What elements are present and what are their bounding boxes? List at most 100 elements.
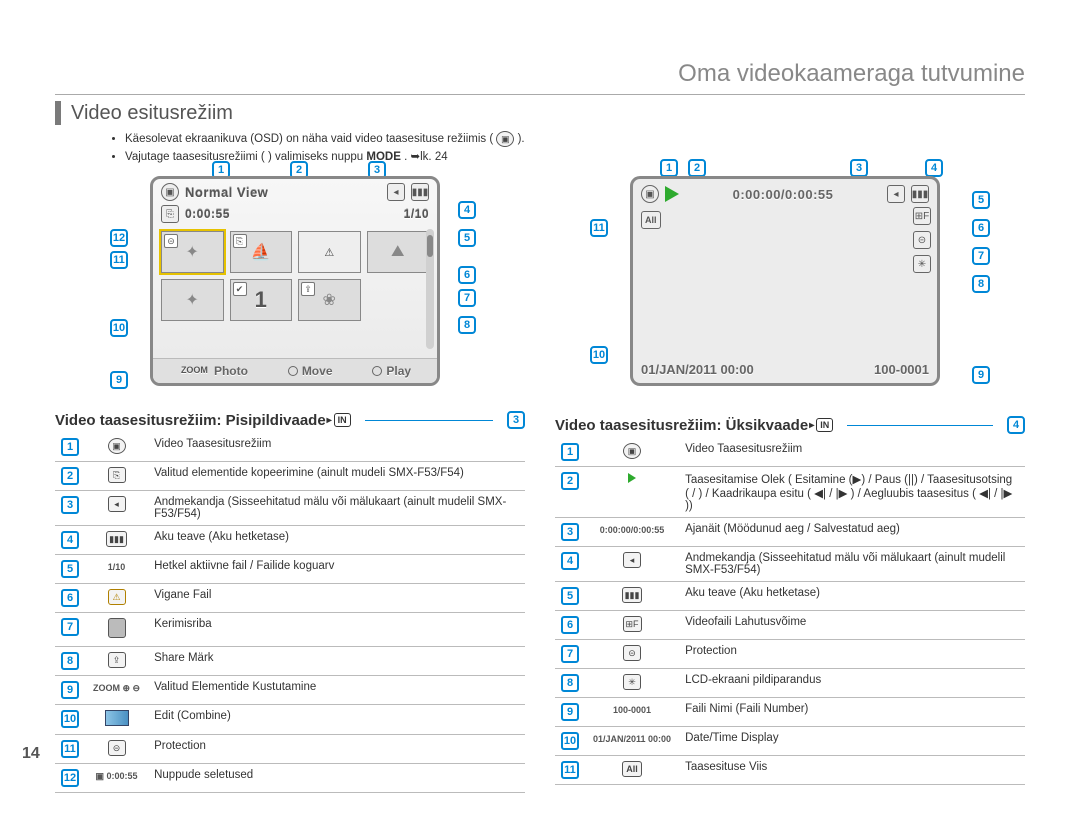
datetime-label: 01/JAN/2011 00:00 <box>641 362 754 377</box>
share-icon: ⇪ <box>108 652 126 668</box>
legend-icon-cell <box>85 613 148 647</box>
legend-icon-cell: ✳ <box>585 669 679 698</box>
callout-12: 12 <box>110 229 128 247</box>
legend-row: 10Edit (Combine) <box>55 705 525 735</box>
legend-text: Hetkel aktiivne fail / Failide koguarv <box>148 555 525 584</box>
legend-icon-cell: All <box>585 756 679 785</box>
scrollbar-thumb[interactable] <box>427 235 433 257</box>
thumbnail-grid: ⊝✦ ⎘⛵ ⚠ ⛰ ✦ ✔1 ⇪❀ <box>153 227 437 325</box>
legend-icon-cell: 0:00:00/0:00:55 <box>585 518 679 547</box>
legend-num: 4 <box>561 552 579 570</box>
repeat-all-icon: All <box>622 761 642 777</box>
thumb-3-error[interactable]: ⚠ <box>298 231 361 273</box>
storage-icon: ◂ <box>108 496 126 512</box>
thumb-6[interactable]: ✔1 <box>230 279 293 321</box>
legend-num: 10 <box>61 710 79 728</box>
zoom-hint: ZOOMPhoto <box>179 363 248 379</box>
video-mode-icon: ▣ <box>641 185 659 203</box>
legend-icon-cell: ▮▮▮ <box>85 526 148 555</box>
counter-icon: 1/10 <box>106 560 128 576</box>
text-icon: 01/JAN/2011 00:00 <box>591 732 673 748</box>
legend-icon-cell: ⊝ <box>85 735 148 764</box>
legend-row: 9 ZOOM ⊕ ⊖ Valitud Elementide Kustutamine <box>55 676 525 705</box>
play-icon <box>665 186 679 202</box>
scrollbar[interactable] <box>426 229 434 349</box>
legend-icon-cell: ▣ <box>585 438 679 467</box>
legend-row: 4◂Andmekandja (Sisseehitatud mälu või mä… <box>555 547 1025 582</box>
callout-r2: 2 <box>688 159 706 177</box>
thumb-1[interactable]: ⊝✦ <box>161 231 224 273</box>
legend-num: 1 <box>61 438 79 456</box>
legend-row: 8⇪Share Märk <box>55 647 525 676</box>
thumb-7[interactable]: ⇪❀ <box>298 279 361 321</box>
subtitle-right-row: Video taasesitusrežiim: Üksikvaade IN 4 <box>555 416 1025 434</box>
thumb-2[interactable]: ⎘⛵ <box>230 231 293 273</box>
page-number: 14 <box>22 745 40 763</box>
legend-num: 9 <box>561 703 579 721</box>
legend-icon-cell: ⎘ <box>85 462 148 491</box>
copy-icon: ⎘ <box>108 467 126 483</box>
thumb-4[interactable]: ⛰ <box>367 231 430 273</box>
camera-playback-icon: ▣ <box>496 131 514 147</box>
lock-icon: ⊝ <box>623 645 641 661</box>
callout-10: 10 <box>110 319 128 337</box>
duration-label: 0:00:55 <box>185 207 230 221</box>
legend-icon-cell: ZOOM ⊕ ⊖ <box>85 676 148 705</box>
subtitle-left: Video taasesitusrežiim: Pisipildivaade <box>55 412 326 429</box>
callout-r3: 3 <box>850 159 868 177</box>
zoom-delete-icon: ZOOM ⊕ ⊖ <box>91 681 142 697</box>
legend-text: Andmekandja (Sisseehitatud mälu või mälu… <box>679 547 1025 582</box>
legend-num: 7 <box>61 618 79 636</box>
legend-row: 5▮▮▮Aku teave (Aku hetketase) <box>555 582 1025 611</box>
legend-num: 6 <box>61 589 79 607</box>
legend-num: 11 <box>61 740 79 758</box>
legend-row: 2⎘Valitud elementide kopeerimine (ainult… <box>55 462 525 491</box>
legend-num: 8 <box>61 652 79 670</box>
legend-num: 12 <box>61 769 79 787</box>
copy-icon: ⎘ <box>161 205 179 223</box>
legend-text: Valitud Elementide Kustutamine <box>148 676 525 705</box>
legend-row: 7⊝Protection <box>555 640 1025 669</box>
callout-r4: 4 <box>925 159 943 177</box>
legend-row: 8✳LCD-ekraani pildiparandus <box>555 669 1025 698</box>
legend-text: Date/Time Display <box>679 727 1025 756</box>
legend-row: 4▮▮▮Aku teave (Aku hetketase) <box>55 526 525 555</box>
legend-row: 7Kerimisriba <box>55 613 525 647</box>
thumb-screen-diagram: 1 2 3 4 5 6 7 8 12 11 10 9 ▣ Normal View <box>110 171 470 401</box>
intro-bullets: Käesolevat ekraanikuva (OSD) on näha vai… <box>85 131 1025 163</box>
share-badge-icon: ⇪ <box>301 282 315 296</box>
callout-7: 7 <box>458 289 476 307</box>
battery-icon: ▮▮▮ <box>622 587 643 603</box>
duration-icon: ▣ 0:00:55 <box>94 769 140 785</box>
legend-text: Video Taasesitusrežiim <box>148 433 525 462</box>
legend-num: 6 <box>561 616 579 634</box>
legend-text: Taasesitamise Olek ( Esitamine (▶) / Pau… <box>679 467 1025 518</box>
legend-text: Andmekandja (Sisseehitatud mälu või mälu… <box>148 491 525 526</box>
scrollbar-icon <box>108 618 126 638</box>
callout-11: 11 <box>110 251 128 269</box>
resolution-icon: ⊞F <box>623 616 642 632</box>
single-screen-diagram: 1 2 3 4 5 6 7 8 9 11 10 ▣ 0:00:00/0:00:5… <box>590 171 990 406</box>
legend-text: Protection <box>679 640 1025 669</box>
lcd-enhance-icon: ✳ <box>623 674 641 690</box>
legend-icon-cell: ⇪ <box>85 647 148 676</box>
legend-num: 11 <box>561 761 579 779</box>
legend-row: 11⊝Protection <box>55 735 525 764</box>
lcd-single-screen: ▣ 0:00:00/0:00:55 ◂ ▮▮▮ All ⊞F ⊝ ✳ <box>630 176 940 386</box>
legend-icon-cell: ▣ <box>85 433 148 462</box>
legend-row: 1 ▣ Video Taasesitusrežiim <box>55 433 525 462</box>
move-hint: Move <box>288 364 333 378</box>
in-chip-icon: IN <box>334 413 351 427</box>
subtitle-left-num: 3 <box>507 411 525 429</box>
battery-icon: ▮▮▮ <box>411 183 429 201</box>
callout-4: 4 <box>458 201 476 219</box>
thumb-5[interactable]: ✦ <box>161 279 224 321</box>
legend-text: Nuppude seletused <box>148 764 525 793</box>
copy-badge-icon: ⎘ <box>233 234 247 248</box>
legend-icon-cell: ⊝ <box>585 640 679 669</box>
lock-icon: ⊝ <box>164 234 178 248</box>
lock-icon: ⊝ <box>108 740 126 756</box>
play-mode-icon: ▣ <box>108 438 126 454</box>
file-number-label: 100-0001 <box>874 362 929 377</box>
legend-num: 9 <box>61 681 79 699</box>
